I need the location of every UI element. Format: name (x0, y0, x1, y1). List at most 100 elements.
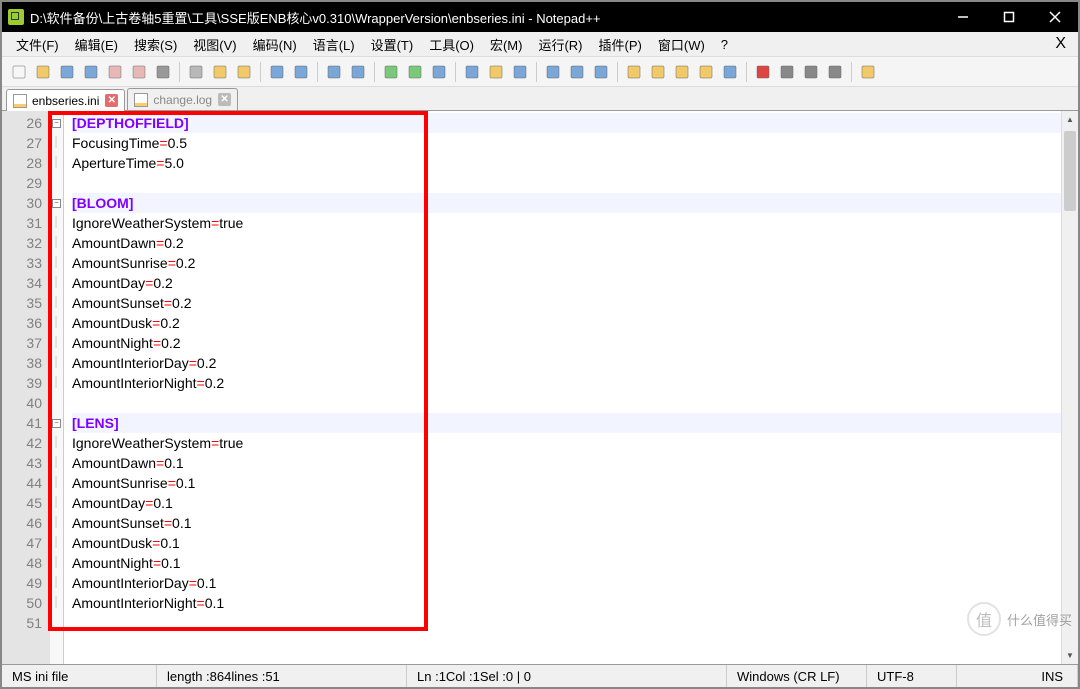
toolbar-stop-icon[interactable] (776, 61, 798, 83)
code-line[interactable]: AmountDawn=0.2 (72, 233, 1061, 253)
toolbar-cut-icon[interactable] (185, 61, 207, 83)
tab-close-icon[interactable]: ✕ (105, 94, 118, 107)
toolbar-print-icon[interactable] (152, 61, 174, 83)
code-line[interactable] (72, 393, 1061, 413)
line-number: 26 (2, 113, 42, 133)
menu-view[interactable]: 视图(V) (185, 33, 244, 56)
status-insert-mode: INS (957, 665, 1078, 687)
menu-settings[interactable]: 设置(T) (363, 33, 422, 56)
code-line[interactable]: IgnoreWeatherSystem=true (72, 213, 1061, 233)
code-line[interactable]: [LENS] (72, 413, 1061, 433)
fold-marker (50, 393, 63, 413)
toolbar-unfold-icon[interactable] (590, 61, 612, 83)
menu-file[interactable]: 文件(F) (8, 33, 67, 56)
code-line[interactable]: AmountDay=0.1 (72, 493, 1061, 513)
toolbar-save-all-icon[interactable] (80, 61, 102, 83)
scrollbar-thumb[interactable] (1064, 131, 1076, 211)
menu-run[interactable]: 运行(R) (530, 33, 590, 56)
fold-marker[interactable]: − (50, 413, 63, 433)
line-number: 42 (2, 433, 42, 453)
toolbar-open-file-icon[interactable] (32, 61, 54, 83)
fold-marker[interactable]: − (50, 193, 63, 213)
code-line[interactable]: AmountDawn=0.1 (72, 453, 1061, 473)
code-line[interactable]: AmountSunrise=0.1 (72, 473, 1061, 493)
toolbar-fold-icon[interactable] (566, 61, 588, 83)
code-line[interactable]: IgnoreWeatherSystem=true (72, 433, 1061, 453)
toolbar-zoom-out-icon[interactable] (404, 61, 426, 83)
close-button[interactable] (1032, 2, 1078, 32)
menu-help[interactable]: ? (713, 35, 736, 54)
toolbar-doc-map-icon[interactable] (647, 61, 669, 83)
code-line[interactable]: [DEPTHOFFIELD] (72, 113, 1061, 133)
code-line[interactable]: [BLOOM] (72, 193, 1061, 213)
menu-language[interactable]: 语言(L) (305, 33, 363, 56)
menu-search[interactable]: 搜索(S) (126, 33, 185, 56)
toolbar-hide-icon[interactable] (623, 61, 645, 83)
scroll-up-arrow[interactable]: ▲ (1062, 111, 1078, 128)
fold-marker[interactable]: − (50, 113, 63, 133)
toolbar-copy-icon[interactable] (209, 61, 231, 83)
line-number: 32 (2, 233, 42, 253)
fold-marker: │ (50, 253, 63, 273)
line-number: 34 (2, 273, 42, 293)
toolbar (2, 57, 1078, 87)
line-number: 35 (2, 293, 42, 313)
menu-tools[interactable]: 工具(O) (421, 33, 482, 56)
toolbar-new-file-icon[interactable] (8, 61, 30, 83)
menu-macro[interactable]: 宏(M) (482, 33, 531, 56)
fold-marker: │ (50, 293, 63, 313)
code-line[interactable] (72, 173, 1061, 193)
toolbar-undo-icon[interactable] (266, 61, 288, 83)
menu-encoding[interactable]: 编码(N) (245, 33, 305, 56)
toolbar-wrap-icon[interactable] (461, 61, 483, 83)
toolbar-lang-icon[interactable] (542, 61, 564, 83)
toolbar-indent-guide-icon[interactable] (509, 61, 531, 83)
toolbar-zoom-in-icon[interactable] (380, 61, 402, 83)
toolbar-macro-save-icon[interactable] (857, 61, 879, 83)
toolbar-find-icon[interactable] (323, 61, 345, 83)
toolbar-show-all-icon[interactable] (485, 61, 507, 83)
menu-window[interactable]: 窗口(W) (650, 33, 713, 56)
toolbar-eye-icon[interactable] (719, 61, 741, 83)
code-line[interactable]: AmountInteriorDay=0.2 (72, 353, 1061, 373)
code-line[interactable]: AmountDusk=0.1 (72, 533, 1061, 553)
toolbar-paste-icon[interactable] (233, 61, 255, 83)
code-line[interactable]: ApertureTime=5.0 (72, 153, 1061, 173)
code-line[interactable]: AmountInteriorNight=0.2 (72, 373, 1061, 393)
menu-close-x[interactable]: X (1049, 35, 1072, 53)
toolbar-close-icon[interactable] (104, 61, 126, 83)
tab-close-icon[interactable]: ✕ (218, 93, 231, 106)
code-line[interactable]: AmountSunset=0.2 (72, 293, 1061, 313)
toolbar-save-icon[interactable] (56, 61, 78, 83)
toolbar-func-list-icon[interactable] (671, 61, 693, 83)
toolbar-folder-icon[interactable] (695, 61, 717, 83)
code-line[interactable]: AmountInteriorNight=0.1 (72, 593, 1061, 613)
menu-edit[interactable]: 编辑(E) (67, 33, 126, 56)
code-line[interactable]: AmountInteriorDay=0.1 (72, 573, 1061, 593)
code-line[interactable]: AmountDay=0.2 (72, 273, 1061, 293)
toolbar-redo-icon[interactable] (290, 61, 312, 83)
toolbar-sync-icon[interactable] (428, 61, 450, 83)
vertical-scrollbar[interactable]: ▲ ▼ (1061, 111, 1078, 664)
menu-plugins[interactable]: 插件(P) (591, 33, 650, 56)
code-line[interactable] (72, 613, 1061, 633)
tab-changelog[interactable]: change.log ✕ (127, 88, 238, 110)
fold-marker: │ (50, 373, 63, 393)
toolbar-play-icon[interactable] (800, 61, 822, 83)
toolbar-replace-icon[interactable] (347, 61, 369, 83)
watermark-icon: 值 (967, 602, 1001, 636)
code-line[interactable]: AmountDusk=0.2 (72, 313, 1061, 333)
tab-enbseries[interactable]: enbseries.ini ✕ (6, 89, 125, 111)
code-line[interactable]: AmountSunset=0.1 (72, 513, 1061, 533)
code-content[interactable]: [DEPTHOFFIELD]FocusingTime=0.5ApertureTi… (64, 111, 1061, 664)
toolbar-record-icon[interactable] (752, 61, 774, 83)
toolbar-play-multi-icon[interactable] (824, 61, 846, 83)
code-line[interactable]: AmountSunrise=0.2 (72, 253, 1061, 273)
code-line[interactable]: AmountNight=0.1 (72, 553, 1061, 573)
maximize-button[interactable] (986, 2, 1032, 32)
code-line[interactable]: AmountNight=0.2 (72, 333, 1061, 353)
code-line[interactable]: FocusingTime=0.5 (72, 133, 1061, 153)
minimize-button[interactable] (940, 2, 986, 32)
scroll-down-arrow[interactable]: ▼ (1062, 647, 1078, 664)
toolbar-close-all-icon[interactable] (128, 61, 150, 83)
